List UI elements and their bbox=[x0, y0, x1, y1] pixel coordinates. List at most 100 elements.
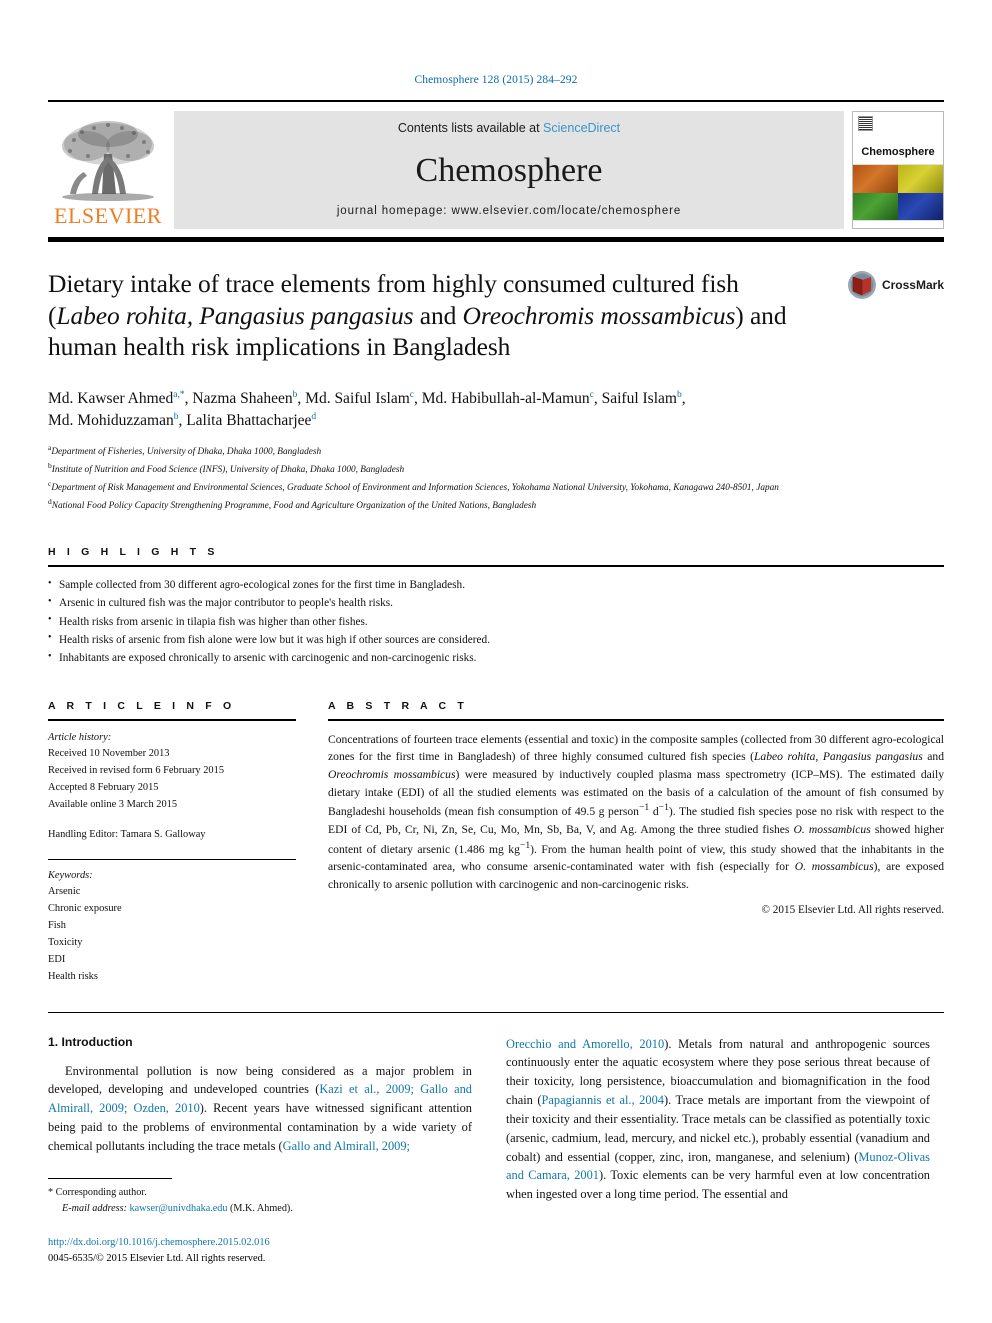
author-item: Md. Mohiduzzamanb, bbox=[48, 412, 186, 429]
list-item: Arsenic in cultured fish was the major c… bbox=[48, 594, 944, 612]
citation-link[interactable]: Papagiannis et al., 2004 bbox=[542, 1093, 664, 1107]
author-item: Lalita Bhattacharjeed bbox=[186, 412, 316, 429]
keyword-item: Toxicity bbox=[48, 936, 83, 948]
elsevier-wordmark: ELSEVIER bbox=[54, 203, 162, 228]
history-item: Available online 3 March 2015 bbox=[48, 798, 178, 810]
abstract-superscript: −1 bbox=[519, 839, 531, 851]
email-line: E-mail address: kawser@univdhaka.edu (M.… bbox=[48, 1201, 472, 1217]
abstract-part: and bbox=[922, 750, 944, 764]
article-first-page: Chemosphere 128 (2015) 284–292 ELSEVIER … bbox=[0, 0, 992, 1323]
title-area: Dietary intake of trace elements from hi… bbox=[48, 268, 944, 372]
author-separator: , bbox=[414, 390, 422, 407]
body-separator-rule bbox=[48, 1011, 944, 1013]
list-item: Sample collected from 30 different agro-… bbox=[48, 576, 944, 594]
email-label: E-mail address: bbox=[62, 1203, 127, 1215]
handling-editor: Handling Editor: Tamara S. Galloway bbox=[48, 828, 206, 840]
issn-copyright-line: 0045-6535/© 2015 Elsevier Ltd. All right… bbox=[48, 1253, 266, 1265]
cover-tile-yellow bbox=[898, 165, 943, 193]
list-item: Health risks from arsenic in tilapia fis… bbox=[48, 612, 944, 631]
abstract-species: O. mossambicus bbox=[793, 823, 871, 837]
cover-barcode-icon bbox=[858, 116, 873, 131]
highlights-list: Sample collected from 30 different agro-… bbox=[48, 576, 944, 667]
abstract-rule bbox=[328, 718, 944, 721]
list-item: Health risks of arsenic from fish alone … bbox=[48, 630, 944, 649]
author-affiliation-marker: d bbox=[311, 412, 317, 423]
elsevier-tree-icon bbox=[62, 121, 154, 201]
doi-block: http://dx.doi.org/10.1016/j.chemosphere.… bbox=[48, 1235, 472, 1267]
sciencedirect-link[interactable]: ScienceDirect bbox=[543, 121, 620, 135]
crossmark-badge[interactable]: CrossMark bbox=[847, 270, 944, 300]
article-info-section: A R T I C L E I N F O Article history: R… bbox=[48, 700, 296, 986]
abstract-section: A B S T R A C T Concentrations of fourte… bbox=[328, 700, 944, 986]
author-item: Nazma Shaheenb, bbox=[192, 390, 305, 407]
keywords-block: Keywords: Arsenic Chronic exposure Fish … bbox=[48, 868, 296, 986]
author-name: Md. Saiful Islam bbox=[305, 390, 410, 407]
author-separator: , bbox=[681, 390, 686, 407]
masthead-bottom-rule bbox=[48, 237, 944, 242]
section-heading-introduction: 1. Introduction bbox=[48, 1034, 133, 1049]
footnote-rule bbox=[48, 1177, 172, 1179]
author-separator: , bbox=[297, 390, 306, 407]
keyword-item: Health risks bbox=[48, 970, 98, 982]
author-affiliation-marker: a,* bbox=[173, 389, 185, 400]
abstract-species: Labeo rohita, Pangasius pangasius bbox=[753, 750, 923, 764]
abstract-species: O. mossambicus bbox=[794, 860, 874, 874]
page-title: Dietary intake of trace elements from hi… bbox=[48, 268, 838, 363]
running-head: Chemosphere 128 (2015) 284–292 bbox=[414, 74, 578, 86]
author-list: Md. Kawser Ahmeda,*, Nazma Shaheenb, Md.… bbox=[48, 388, 938, 433]
crossmark-label: CrossMark bbox=[881, 278, 944, 292]
article-history-block: Article history: Received 10 November 20… bbox=[48, 730, 296, 844]
author-name: Md. Habibullah-al-Mamun bbox=[421, 390, 590, 407]
intro-paragraph-left: Environmental pollution is now being con… bbox=[48, 1062, 472, 1156]
body-column-left: 1. Introduction Environmental pollution … bbox=[48, 1035, 472, 1268]
citation-link[interactable]: Gallo and Almirall, 2009; bbox=[283, 1139, 410, 1153]
abstract-text: Concentrations of fourteen trace element… bbox=[328, 731, 944, 894]
affiliation-item: dNational Food Policy Capacity Strengthe… bbox=[48, 496, 938, 514]
cover-tile-green bbox=[853, 192, 898, 220]
cover-tile-orange bbox=[853, 165, 898, 193]
keyword-item: EDI bbox=[48, 953, 66, 965]
keyword-item: Chronic exposure bbox=[48, 903, 122, 915]
author-name: Nazma Shaheen bbox=[192, 390, 293, 407]
journal-cover-thumbnail: Chemosphere bbox=[852, 111, 944, 229]
journal-homepage-link[interactable]: journal homepage: www.elsevier.com/locat… bbox=[337, 205, 681, 217]
affiliation-item: cDepartment of Risk Management and Envir… bbox=[48, 478, 938, 496]
abstract-part: d bbox=[649, 805, 659, 819]
keywords-title: Keywords: bbox=[48, 869, 93, 881]
affiliation-text: Department of Risk Management and Enviro… bbox=[51, 483, 779, 494]
footnote-marker: * bbox=[48, 1186, 54, 1198]
list-item: Inhabitants are exposed chronically to a… bbox=[48, 649, 944, 667]
title-line-2-mid: and bbox=[413, 300, 463, 330]
abstract-superscript: −1 bbox=[638, 802, 650, 814]
footnote-text: Corresponding author. bbox=[55, 1186, 147, 1198]
author-name: Lalita Bhattacharjee bbox=[186, 412, 312, 430]
info-abstract-row: A R T I C L E I N F O Article history: R… bbox=[48, 700, 944, 986]
affiliation-text: National Food Policy Capacity Strengthen… bbox=[51, 501, 537, 512]
corresponding-author-footnote: * Corresponding author. E-mail address: … bbox=[48, 1177, 472, 1218]
highlights-heading: H I G H L I G H T S bbox=[48, 546, 219, 559]
cover-tile-blue bbox=[898, 192, 943, 220]
author-name: Md. Mohiduzzaman bbox=[48, 412, 174, 430]
history-item: Accepted 8 February 2015 bbox=[48, 782, 159, 794]
article-info-heading: A R T I C L E I N F O bbox=[48, 699, 236, 712]
title-species-1: Labeo rohita, Pangasius pangasius bbox=[56, 300, 414, 330]
affiliation-item: bInstitute of Nutrition and Food Science… bbox=[48, 460, 938, 478]
email-link[interactable]: kawser@univdhaka.edu bbox=[130, 1203, 228, 1214]
intro-paragraph-right: Orecchio and Amorello, 2010). Metals fro… bbox=[506, 1035, 930, 1205]
citation-link[interactable]: Orecchio and Amorello, 2010 bbox=[506, 1037, 664, 1051]
keyword-item: Arsenic bbox=[48, 886, 81, 898]
corresponding-author-line: * Corresponding author. bbox=[48, 1185, 472, 1201]
affiliation-text: Department of Fisheries, University of D… bbox=[51, 447, 322, 458]
author-name: Saiful Islam bbox=[601, 390, 677, 407]
journal-title: Chemosphere bbox=[415, 152, 603, 189]
abstract-copyright: © 2015 Elsevier Ltd. All rights reserved… bbox=[761, 903, 945, 916]
email-suffix: (M.K. Ahmed). bbox=[230, 1203, 293, 1215]
author-item: Saiful Islamb, bbox=[602, 390, 686, 407]
title-line-2-close: ) and bbox=[735, 300, 787, 330]
abstract-species: Oreochromis mossambicus bbox=[328, 768, 456, 782]
highlights-rule bbox=[48, 565, 944, 568]
article-info-rule bbox=[48, 718, 296, 721]
doi-link[interactable]: http://dx.doi.org/10.1016/j.chemosphere.… bbox=[48, 1235, 472, 1251]
author-separator: , bbox=[593, 390, 602, 407]
affiliation-item: aDepartment of Fisheries, University of … bbox=[48, 442, 938, 460]
